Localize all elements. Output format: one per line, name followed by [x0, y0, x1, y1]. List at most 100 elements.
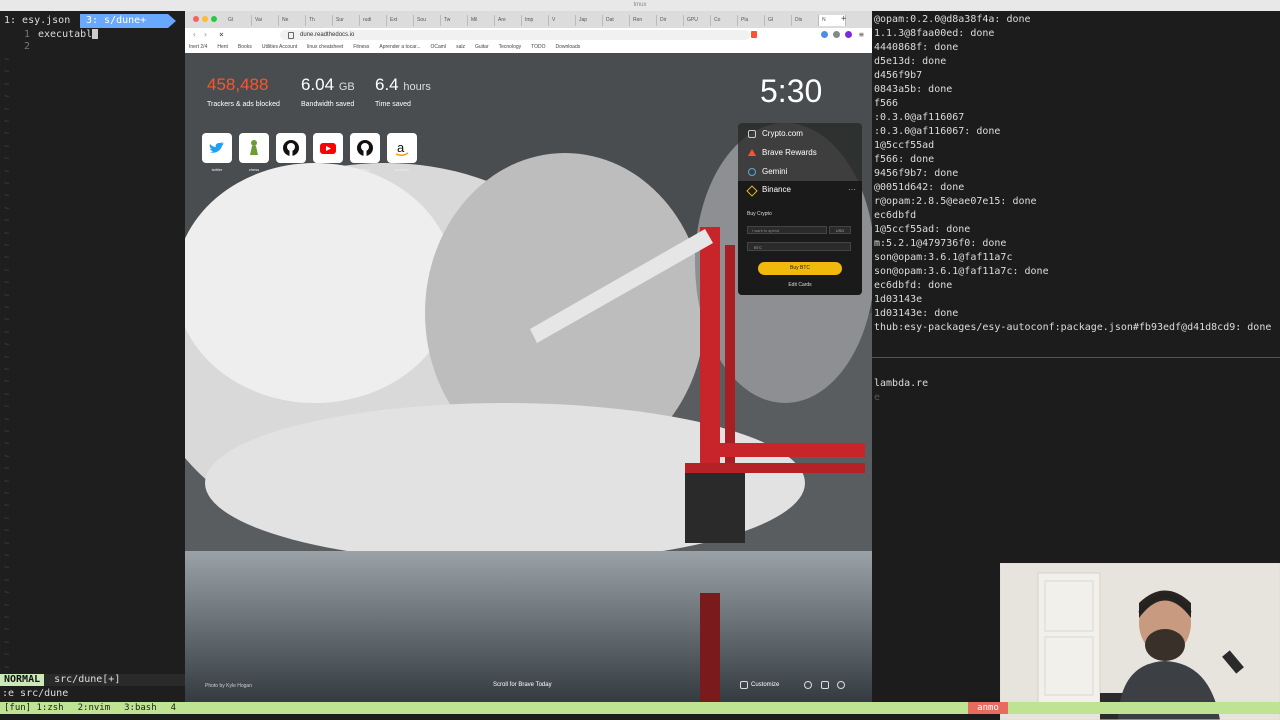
terminal-line: 1@5ccf55ad: done — [874, 224, 971, 235]
buffer-tab-dune[interactable]: 3: s/dune+ — [80, 14, 176, 28]
browser-tab[interactable]: Dat — [603, 15, 630, 26]
browser-tab[interactable]: Sou — [414, 15, 441, 26]
browser-tab[interactable]: rudi — [360, 15, 387, 26]
back-icon[interactable]: ‹ — [192, 28, 197, 42]
widget-tab-brave-rewards[interactable]: Brave Rewards — [738, 144, 862, 162]
stop-loading-icon[interactable]: × — [219, 28, 224, 42]
settings-icon[interactable] — [804, 681, 812, 689]
address-bar[interactable]: dune.readthedocs.io — [280, 30, 750, 40]
bookmark-item[interactable]: salz — [456, 44, 465, 50]
browser-tab[interactable]: Jap — [576, 15, 603, 26]
top-site-github-2[interactable]: github — [350, 133, 380, 172]
browser-tab[interactable]: Dir — [657, 15, 684, 26]
bookmark-item[interactable]: linux cheatsheet — [307, 44, 343, 50]
browser-tab[interactable]: Ren — [630, 15, 657, 26]
customize-button[interactable]: Customize — [751, 682, 779, 688]
top-site-github[interactable]: github — [276, 133, 306, 172]
bookmark-item[interactable]: Tecnology — [499, 44, 522, 50]
top-site-twitter[interactable]: twitter — [202, 133, 232, 172]
top-site-chess[interactable]: chess — [239, 133, 269, 172]
browser-tab[interactable]: GI — [765, 15, 792, 26]
empty-line-marker: ~ — [4, 203, 10, 214]
empty-line-marker: ~ — [4, 526, 10, 537]
vim-command-line[interactable]: :e src/dune — [2, 688, 68, 700]
tmux-window[interactable]: 3:bash — [124, 703, 157, 713]
mac-title-bar: tmux — [0, 0, 1280, 11]
pane-divider[interactable] — [872, 357, 1280, 358]
extension-icon[interactable] — [821, 31, 828, 38]
buy-btc-button[interactable]: Buy BTC — [758, 262, 842, 275]
browser-tab[interactable]: Imp — [522, 15, 549, 26]
browser-tab[interactable]: Pla — [738, 15, 765, 26]
new-tab-icon[interactable]: + — [841, 14, 846, 24]
browser-window[interactable]: GI Vai Ne Th Sur rudi Ext Sou Tw Mil Are Imp V Jap Dat… — [185, 11, 872, 710]
edit-cards-link[interactable]: Edit Cards — [738, 282, 862, 288]
widget-tab-crypto-com[interactable]: Crypto.com — [738, 125, 862, 143]
widget-tab-gemini[interactable]: Gemini — [738, 163, 862, 181]
tile-label: github — [285, 167, 297, 172]
window-title: tmux — [633, 2, 647, 8]
extension-icon[interactable] — [833, 31, 840, 38]
spend-amount-input[interactable]: I want to spend — [747, 226, 827, 234]
vim-line[interactable]: 2 — [0, 41, 185, 53]
bookmark-item[interactable]: Utilities Account — [262, 44, 297, 50]
crypto-com-icon — [748, 130, 756, 138]
browser-tab[interactable]: Tw — [441, 15, 468, 26]
photo-credit[interactable]: Photo by Kyle Hogan — [205, 683, 252, 689]
amazon-icon: a — [395, 140, 409, 157]
bookmark-item[interactable]: Inert 2/4 — [189, 44, 207, 50]
widget-tab-binance[interactable]: Binance ⋯ — [738, 181, 862, 199]
bookmarks-icon[interactable] — [821, 681, 829, 689]
top-site-amazon[interactable]: a amazon — [387, 133, 417, 172]
vim-filename: src/dune[+] — [54, 674, 121, 685]
grid-icon[interactable] — [740, 681, 748, 689]
tmux-window[interactable]: 2:nvim — [78, 703, 111, 713]
close-window-button[interactable] — [193, 16, 199, 22]
brave-shields-icon[interactable] — [751, 31, 757, 38]
vim-line[interactable]: 1 executabl — [0, 29, 185, 41]
bookmark-item[interactable]: Downloads — [556, 44, 581, 50]
empty-line-marker: ~ — [4, 600, 10, 611]
maximize-window-button[interactable] — [211, 16, 217, 22]
browser-tab[interactable]: Sur — [333, 15, 360, 26]
empty-line-marker: ~ — [4, 191, 10, 202]
bookmark-item[interactable]: Aprender a tocar... — [379, 44, 420, 50]
browser-tab[interactable]: Vai — [252, 15, 279, 26]
browser-tab[interactable]: GPU — [684, 15, 711, 26]
bookmark-item[interactable]: Books — [238, 44, 252, 50]
profile-avatar[interactable] — [845, 31, 852, 38]
asset-select[interactable]: BTC — [747, 242, 851, 251]
vim-statusline: NORMAL src/dune[+] — [0, 674, 185, 686]
browser-tab[interactable]: Are — [495, 15, 522, 26]
terminal-line: 1d03143e: done — [874, 308, 959, 319]
currency-select[interactable]: USD — [829, 226, 851, 234]
browser-tab[interactable]: Co — [711, 15, 738, 26]
browser-tab[interactable]: Ext — [387, 15, 414, 26]
bookmark-item[interactable]: OCaml — [431, 44, 447, 50]
browser-tab[interactable]: Mil — [468, 15, 495, 26]
more-options-icon[interactable]: ⋯ — [848, 181, 856, 199]
webcam-image — [1000, 563, 1280, 720]
minimize-window-button[interactable] — [202, 16, 208, 22]
terminal-line: f566 — [874, 98, 899, 109]
tmux-window[interactable]: 4 — [171, 703, 176, 713]
browser-tab[interactable]: Dis — [792, 15, 819, 26]
browser-tab[interactable]: Th — [306, 15, 333, 26]
cursor — [92, 29, 99, 39]
bookmark-item[interactable]: Fitness — [353, 44, 369, 50]
bookmark-item[interactable]: Hent — [217, 44, 228, 50]
forward-icon[interactable]: › — [203, 28, 208, 42]
bookmark-item[interactable]: TODO — [531, 44, 545, 50]
bookmark-item[interactable]: Guitar — [475, 44, 489, 50]
browser-tab[interactable]: GI — [225, 15, 252, 26]
history-icon[interactable] — [837, 681, 845, 689]
buffer-tab-esy-json[interactable]: 1: esy.json — [0, 14, 74, 28]
vim-pane[interactable]: 1: esy.json 3: s/dune+ 1 executabl 2 NORM… — [0, 11, 185, 709]
browser-tab[interactable]: Ne — [279, 15, 306, 26]
widget-label: Crypto.com — [762, 129, 803, 138]
top-site-youtube[interactable]: youtube — [313, 133, 343, 172]
scroll-for-brave-today[interactable]: Scroll for Brave Today — [493, 682, 552, 688]
menu-icon[interactable]: ≡ — [859, 28, 864, 42]
tmux-window[interactable]: [fun] 1:zsh — [4, 703, 64, 713]
browser-tab[interactable]: V — [549, 15, 576, 26]
